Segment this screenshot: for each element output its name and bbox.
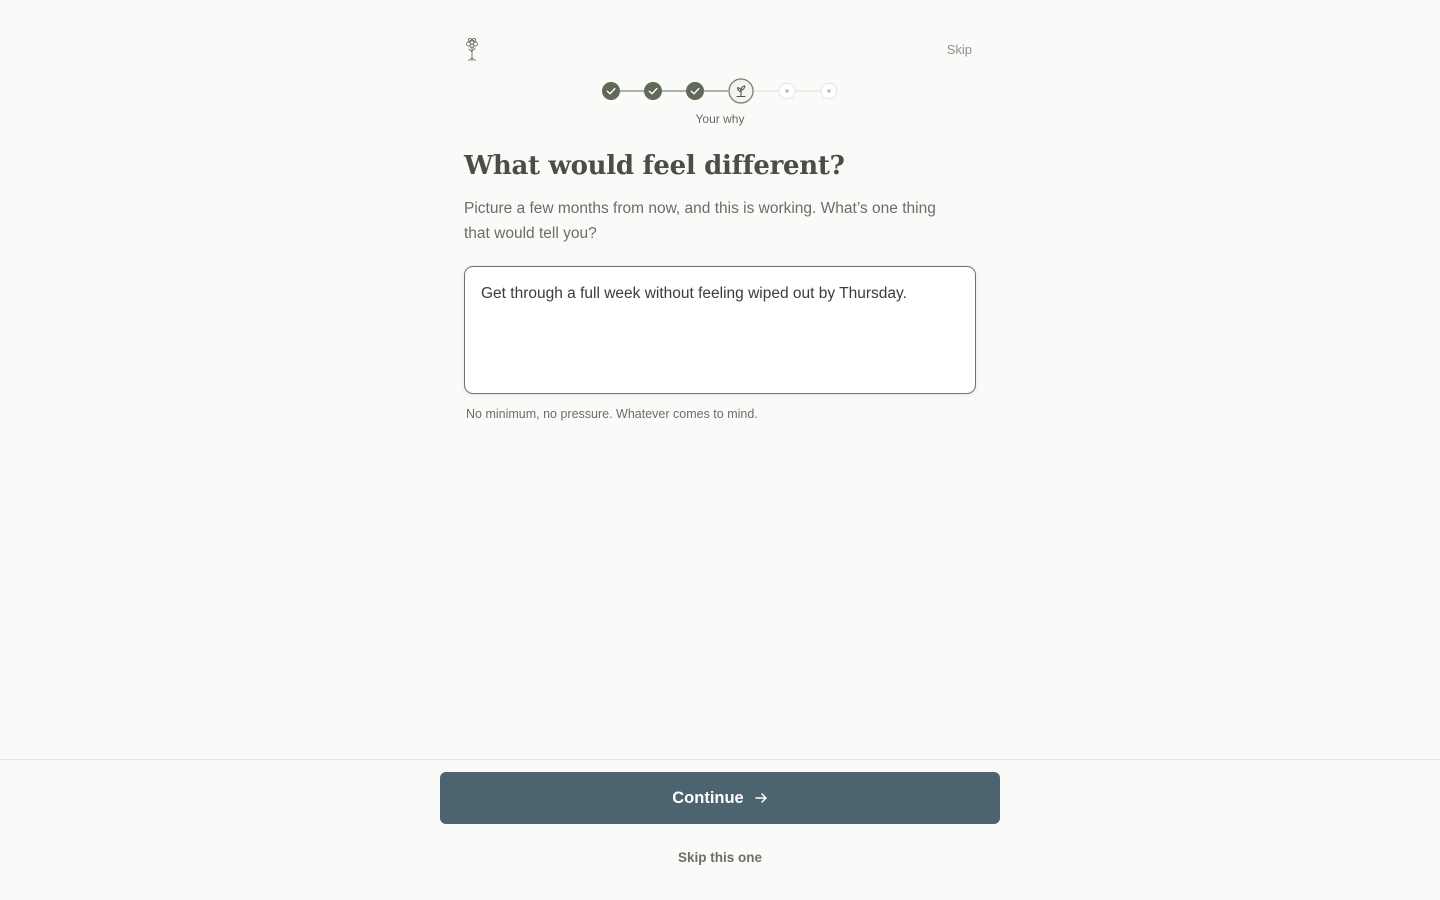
current-step-label: Your why [695, 112, 745, 126]
top-bar: Skip [464, 36, 976, 62]
continue-button[interactable]: Continue [440, 772, 1000, 824]
step-4-current [728, 78, 754, 104]
stepper-graphic [602, 78, 838, 104]
answer-textarea[interactable]: Get through a full week without feeling … [464, 266, 976, 394]
step-5-upcoming [778, 82, 796, 100]
progress-stepper [600, 78, 840, 106]
step-3-completed [686, 82, 704, 100]
question-description: Picture a few months from now, and this … [464, 200, 936, 242]
question-section: What would feel different? Picture a few… [464, 146, 976, 421]
footer-bar: Continue Skip this one [0, 759, 1440, 900]
step-2-completed [644, 82, 662, 100]
page-title: What would feel different? [464, 151, 845, 181]
continue-label: Continue [672, 788, 744, 807]
answer-hint: No minimum, no pressure. Whatever comes … [466, 407, 758, 421]
skip-this-one-button[interactable]: Skip this one [620, 849, 820, 866]
onboarding-page: Skip Your why What would feel different?… [0, 0, 1440, 900]
step-6-upcoming [820, 82, 838, 100]
skip-link[interactable]: Skip [947, 42, 972, 57]
tree-icon [466, 37, 478, 62]
arrow-right-icon [754, 791, 768, 805]
step-1-completed [602, 82, 620, 100]
